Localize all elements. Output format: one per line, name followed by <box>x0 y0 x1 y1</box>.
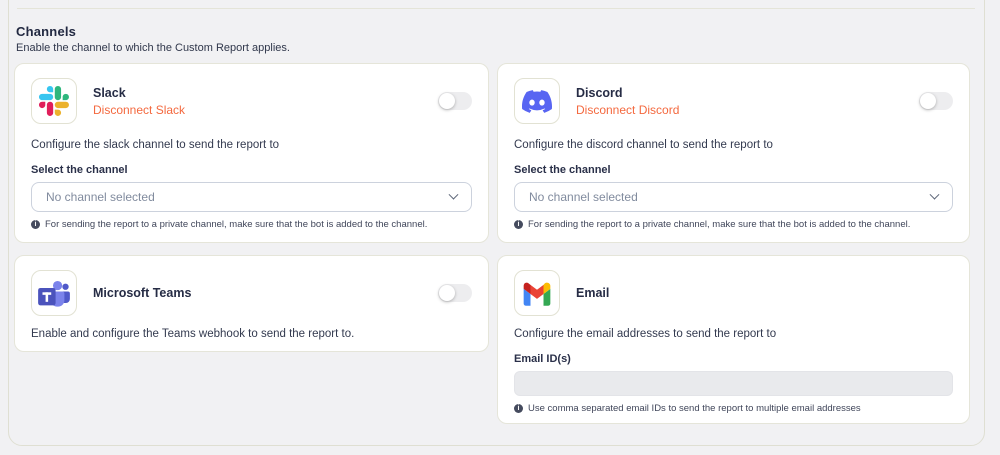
slack-channel-card: Slack Disconnect Slack Configure the sla… <box>14 63 489 243</box>
teams-channel-card: Microsoft Teams Enable and configure the… <box>14 255 489 352</box>
email-title: Email <box>576 286 609 300</box>
discord-description: Configure the discord channel to send th… <box>514 139 953 151</box>
toggle-knob <box>439 285 455 301</box>
slack-select-label: Select the channel <box>31 164 472 176</box>
info-icon: i <box>514 220 523 229</box>
section-divider <box>17 8 975 9</box>
email-ids-label: Email ID(s) <box>514 353 953 365</box>
toggle-knob <box>920 93 936 109</box>
microsoft-teams-icon <box>31 270 77 316</box>
discord-toggle[interactable] <box>919 92 953 110</box>
page-title: Channels <box>16 24 76 39</box>
discord-channel-card: Discord Disconnect Discord Configure the… <box>497 63 970 243</box>
discord-select-value: No channel selected <box>529 190 931 204</box>
teams-description: Enable and configure the Teams webhook t… <box>31 328 472 340</box>
slack-note: i For sending the report to a private ch… <box>31 219 472 230</box>
slack-description: Configure the slack channel to send the … <box>31 139 472 151</box>
slack-channel-select[interactable]: No channel selected <box>31 182 472 212</box>
chevron-down-icon <box>930 189 940 199</box>
teams-card-header: Microsoft Teams <box>31 270 472 316</box>
email-note: i Use comma separated email IDs to send … <box>514 403 953 414</box>
page-subtitle: Enable the channel to which the Custom R… <box>16 42 290 54</box>
disconnect-discord-link[interactable]: Disconnect Discord <box>576 103 679 117</box>
teams-title: Microsoft Teams <box>93 286 191 300</box>
slack-title: Slack <box>93 86 185 100</box>
discord-card-header: Discord Disconnect Discord <box>514 78 953 124</box>
slack-select-value: No channel selected <box>46 190 450 204</box>
disconnect-slack-link[interactable]: Disconnect Slack <box>93 103 185 117</box>
info-icon: i <box>514 404 523 413</box>
email-channel-card: Email Configure the email addresses to s… <box>497 255 970 424</box>
email-note-text: Use comma separated email IDs to send th… <box>528 403 861 414</box>
email-ids-input[interactable] <box>514 371 953 396</box>
gmail-icon <box>514 270 560 316</box>
slack-icon <box>31 78 77 124</box>
discord-channel-select[interactable]: No channel selected <box>514 182 953 212</box>
info-icon: i <box>31 220 40 229</box>
slack-note-text: For sending the report to a private chan… <box>45 219 427 230</box>
slack-toggle[interactable] <box>438 92 472 110</box>
discord-note: i For sending the report to a private ch… <box>514 219 953 230</box>
email-description: Configure the email addresses to send th… <box>514 328 953 340</box>
toggle-knob <box>439 93 455 109</box>
slack-card-header: Slack Disconnect Slack <box>31 78 472 124</box>
teams-toggle[interactable] <box>438 284 472 302</box>
discord-select-label: Select the channel <box>514 164 953 176</box>
discord-title: Discord <box>576 86 679 100</box>
chevron-down-icon <box>449 189 459 199</box>
discord-icon <box>514 78 560 124</box>
discord-note-text: For sending the report to a private chan… <box>528 219 910 230</box>
email-card-header: Email <box>514 270 953 316</box>
